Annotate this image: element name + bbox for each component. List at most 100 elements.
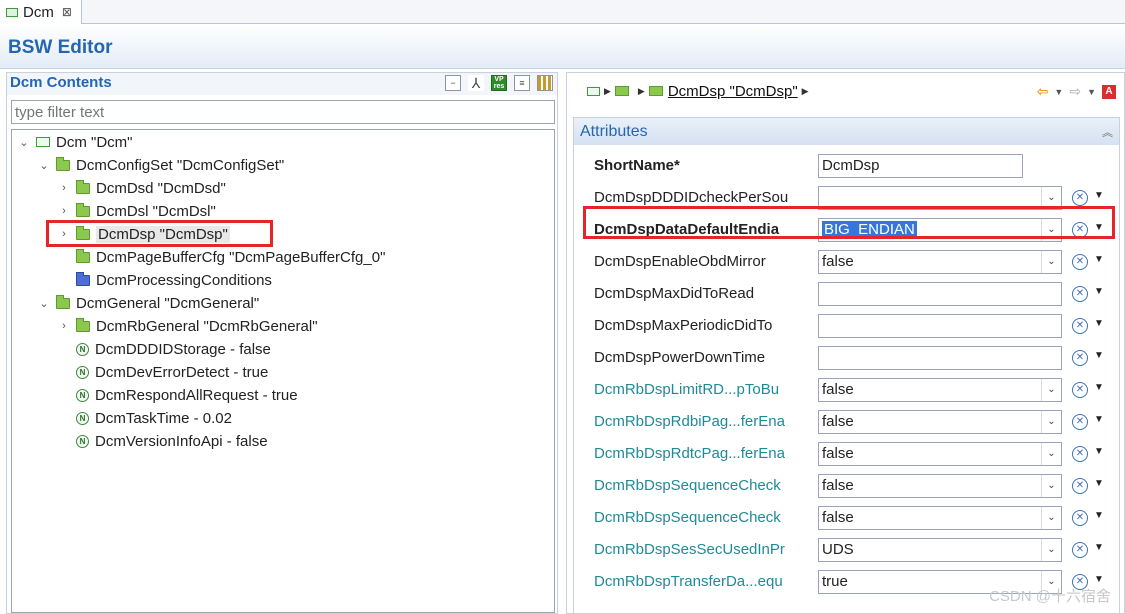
chevron-down-icon[interactable]: ⌄ — [1041, 475, 1061, 497]
attribute-row: DcmRbDspRdtcPag...ferEna false ⌄ ✕ ▼ — [594, 442, 1114, 466]
tree-item[interactable]: ⌄ DcmConfigSet "DcmConfigSet" — [38, 154, 284, 176]
tree-item[interactable]: DcmPageBufferCfg "DcmPageBufferCfg_0" — [58, 246, 385, 268]
forward-arrow-icon[interactable]: ⇨ — [1069, 83, 1081, 100]
breadcrumb-current[interactable]: DcmDsp "DcmDsp" — [668, 83, 798, 100]
chevron-down-icon[interactable]: ⌄ — [1041, 539, 1061, 561]
tree-item[interactable]: ⌄ Dcm "Dcm" — [18, 131, 132, 153]
table-icon[interactable] — [537, 75, 553, 91]
dropdown-menu-icon[interactable]: ▼ — [1094, 350, 1104, 361]
dropdown-menu-icon[interactable]: ▼ — [1094, 510, 1104, 521]
attributes-header[interactable]: Attributes ︽ — [574, 118, 1119, 145]
chevron-down-icon[interactable]: ⌄ — [1041, 251, 1061, 273]
attribute-label: DcmRbDspTransferDa...equ — [594, 573, 783, 590]
reset-icon[interactable]: ✕ — [1072, 318, 1088, 334]
dropdown-menu-icon[interactable]: ▼ — [1094, 574, 1104, 585]
chevron-right-icon[interactable]: › — [58, 205, 70, 217]
reset-icon[interactable]: ✕ — [1072, 286, 1088, 302]
chevron-down-icon[interactable]: ⌄ — [18, 136, 30, 149]
tree-item[interactable]: N DcmTaskTime - 0.02 — [58, 407, 232, 429]
parameter-icon: N — [76, 365, 89, 379]
contents-title: Dcm Contents — [10, 74, 112, 91]
dropdown-menu-icon[interactable]: ▼ — [1094, 446, 1104, 457]
attribute-dropdown[interactable]: false ⌄ — [818, 474, 1062, 498]
collapse-all-icon[interactable]: − — [445, 75, 461, 91]
tree-item[interactable]: › DcmDsl "DcmDsl" — [58, 200, 216, 222]
tree-item-label: DcmGeneral "DcmGeneral" — [76, 294, 260, 312]
attribute-input[interactable] — [818, 314, 1062, 338]
attribute-dropdown[interactable]: false ⌄ — [818, 506, 1062, 530]
close-icon[interactable]: ⊠ — [62, 5, 72, 19]
tree-item[interactable]: DcmProcessingConditions — [58, 269, 272, 291]
attribute-input[interactable] — [818, 282, 1062, 306]
link-icon[interactable]: ⅄ — [468, 75, 484, 91]
attribute-dropdown[interactable]: UDS ⌄ — [818, 538, 1062, 562]
tree-item[interactable]: N DcmDevErrorDetect - true — [58, 361, 268, 383]
tree-item[interactable]: N DcmRespondAllRequest - true — [58, 384, 298, 406]
dropdown-menu-icon[interactable]: ▼ — [1094, 478, 1104, 489]
chevron-right-icon[interactable]: ▶ — [638, 86, 645, 97]
tree-item[interactable]: N DcmDDDIDStorage - false — [58, 338, 271, 360]
chevron-down-icon[interactable]: ▼ — [1087, 87, 1096, 97]
tree-item-label: DcmPageBufferCfg "DcmPageBufferCfg_0" — [96, 248, 386, 266]
reset-icon[interactable]: ✕ — [1072, 382, 1088, 398]
folder-icon — [76, 271, 90, 286]
tree-item-label: DcmTaskTime - 0.02 — [95, 409, 232, 427]
attribute-value: false — [822, 509, 854, 526]
reset-icon[interactable]: ✕ — [1072, 190, 1088, 206]
dropdown-menu-icon[interactable]: ▼ — [1094, 318, 1104, 329]
tab-dcm[interactable]: Dcm ⊠ — [0, 0, 82, 24]
dropdown-menu-icon[interactable]: ▼ — [1094, 542, 1104, 553]
reset-icon[interactable]: ✕ — [1072, 254, 1088, 270]
validation-icon[interactable]: A — [1102, 84, 1116, 99]
reset-icon[interactable]: ✕ — [1072, 478, 1088, 494]
document-icon[interactable]: ≡ — [514, 75, 530, 91]
folder-icon[interactable] — [614, 86, 629, 96]
collapse-icon[interactable]: ︽ — [1102, 124, 1113, 140]
module-icon — [36, 137, 50, 147]
filter-input[interactable] — [11, 100, 555, 124]
attributes-section: Attributes ︽ ShortName* DcmDsp DcmDspDDDID… — [573, 117, 1120, 614]
dropdown-menu-icon[interactable]: ▼ — [1094, 190, 1104, 201]
reset-icon[interactable]: ✕ — [1072, 542, 1088, 558]
chevron-down-icon[interactable]: ⌄ — [38, 297, 50, 310]
reset-icon[interactable]: ✕ — [1072, 510, 1088, 526]
chevron-right-icon[interactable]: ▶ — [802, 86, 809, 97]
attribute-dropdown[interactable]: false ⌄ — [818, 250, 1062, 274]
attribute-value: false — [822, 477, 854, 494]
chevron-right-icon[interactable]: ▶ — [604, 86, 611, 97]
dropdown-menu-icon[interactable]: ▼ — [1094, 382, 1104, 393]
chevron-down-icon[interactable]: ▼ — [1054, 87, 1063, 97]
chevron-down-icon[interactable]: ⌄ — [1041, 507, 1061, 529]
dropdown-menu-icon[interactable]: ▼ — [1094, 254, 1104, 265]
back-arrow-icon[interactable]: ⇦ — [1037, 83, 1049, 100]
chevron-down-icon[interactable]: ⌄ — [1041, 411, 1061, 433]
reset-icon[interactable]: ✕ — [1072, 446, 1088, 462]
attribute-input[interactable]: DcmDsp — [818, 154, 1023, 178]
tree-item-label: Dcm "Dcm" — [56, 133, 133, 151]
attribute-input[interactable] — [818, 346, 1062, 370]
tree-item[interactable]: › DcmRbGeneral "DcmRbGeneral" — [58, 315, 318, 337]
tree-item[interactable]: N DcmVersionInfoApi - false — [58, 430, 268, 452]
vp-res-icon[interactable]: VP res — [491, 75, 507, 91]
chevron-down-icon[interactable]: ⌄ — [1041, 443, 1061, 465]
chevron-down-icon[interactable]: ⌄ — [1041, 379, 1061, 401]
reset-icon[interactable]: ✕ — [1072, 414, 1088, 430]
module-icon[interactable] — [587, 86, 600, 96]
attribute-dropdown[interactable]: false ⌄ — [818, 378, 1062, 402]
chevron-right-icon[interactable]: › — [58, 182, 70, 194]
attributes-title: Attributes — [580, 123, 648, 140]
attribute-value: false — [822, 445, 854, 462]
reset-icon[interactable]: ✕ — [1072, 350, 1088, 366]
attribute-dropdown[interactable]: false ⌄ — [818, 410, 1062, 434]
attribute-dropdown[interactable]: false ⌄ — [818, 442, 1062, 466]
tree-item[interactable]: › DcmDsd "DcmDsd" — [58, 177, 226, 199]
attribute-row: ShortName* DcmDsp — [594, 154, 1114, 178]
folder-icon — [56, 294, 70, 309]
attribute-value: DcmDsp — [822, 157, 880, 174]
dropdown-menu-icon[interactable]: ▼ — [1094, 286, 1104, 297]
dropdown-menu-icon[interactable]: ▼ — [1094, 414, 1104, 425]
parameter-icon: N — [76, 411, 89, 425]
chevron-down-icon[interactable]: ⌄ — [38, 159, 50, 172]
chevron-right-icon[interactable]: › — [58, 320, 70, 332]
tree-item[interactable]: ⌄ DcmGeneral "DcmGeneral" — [38, 292, 259, 314]
